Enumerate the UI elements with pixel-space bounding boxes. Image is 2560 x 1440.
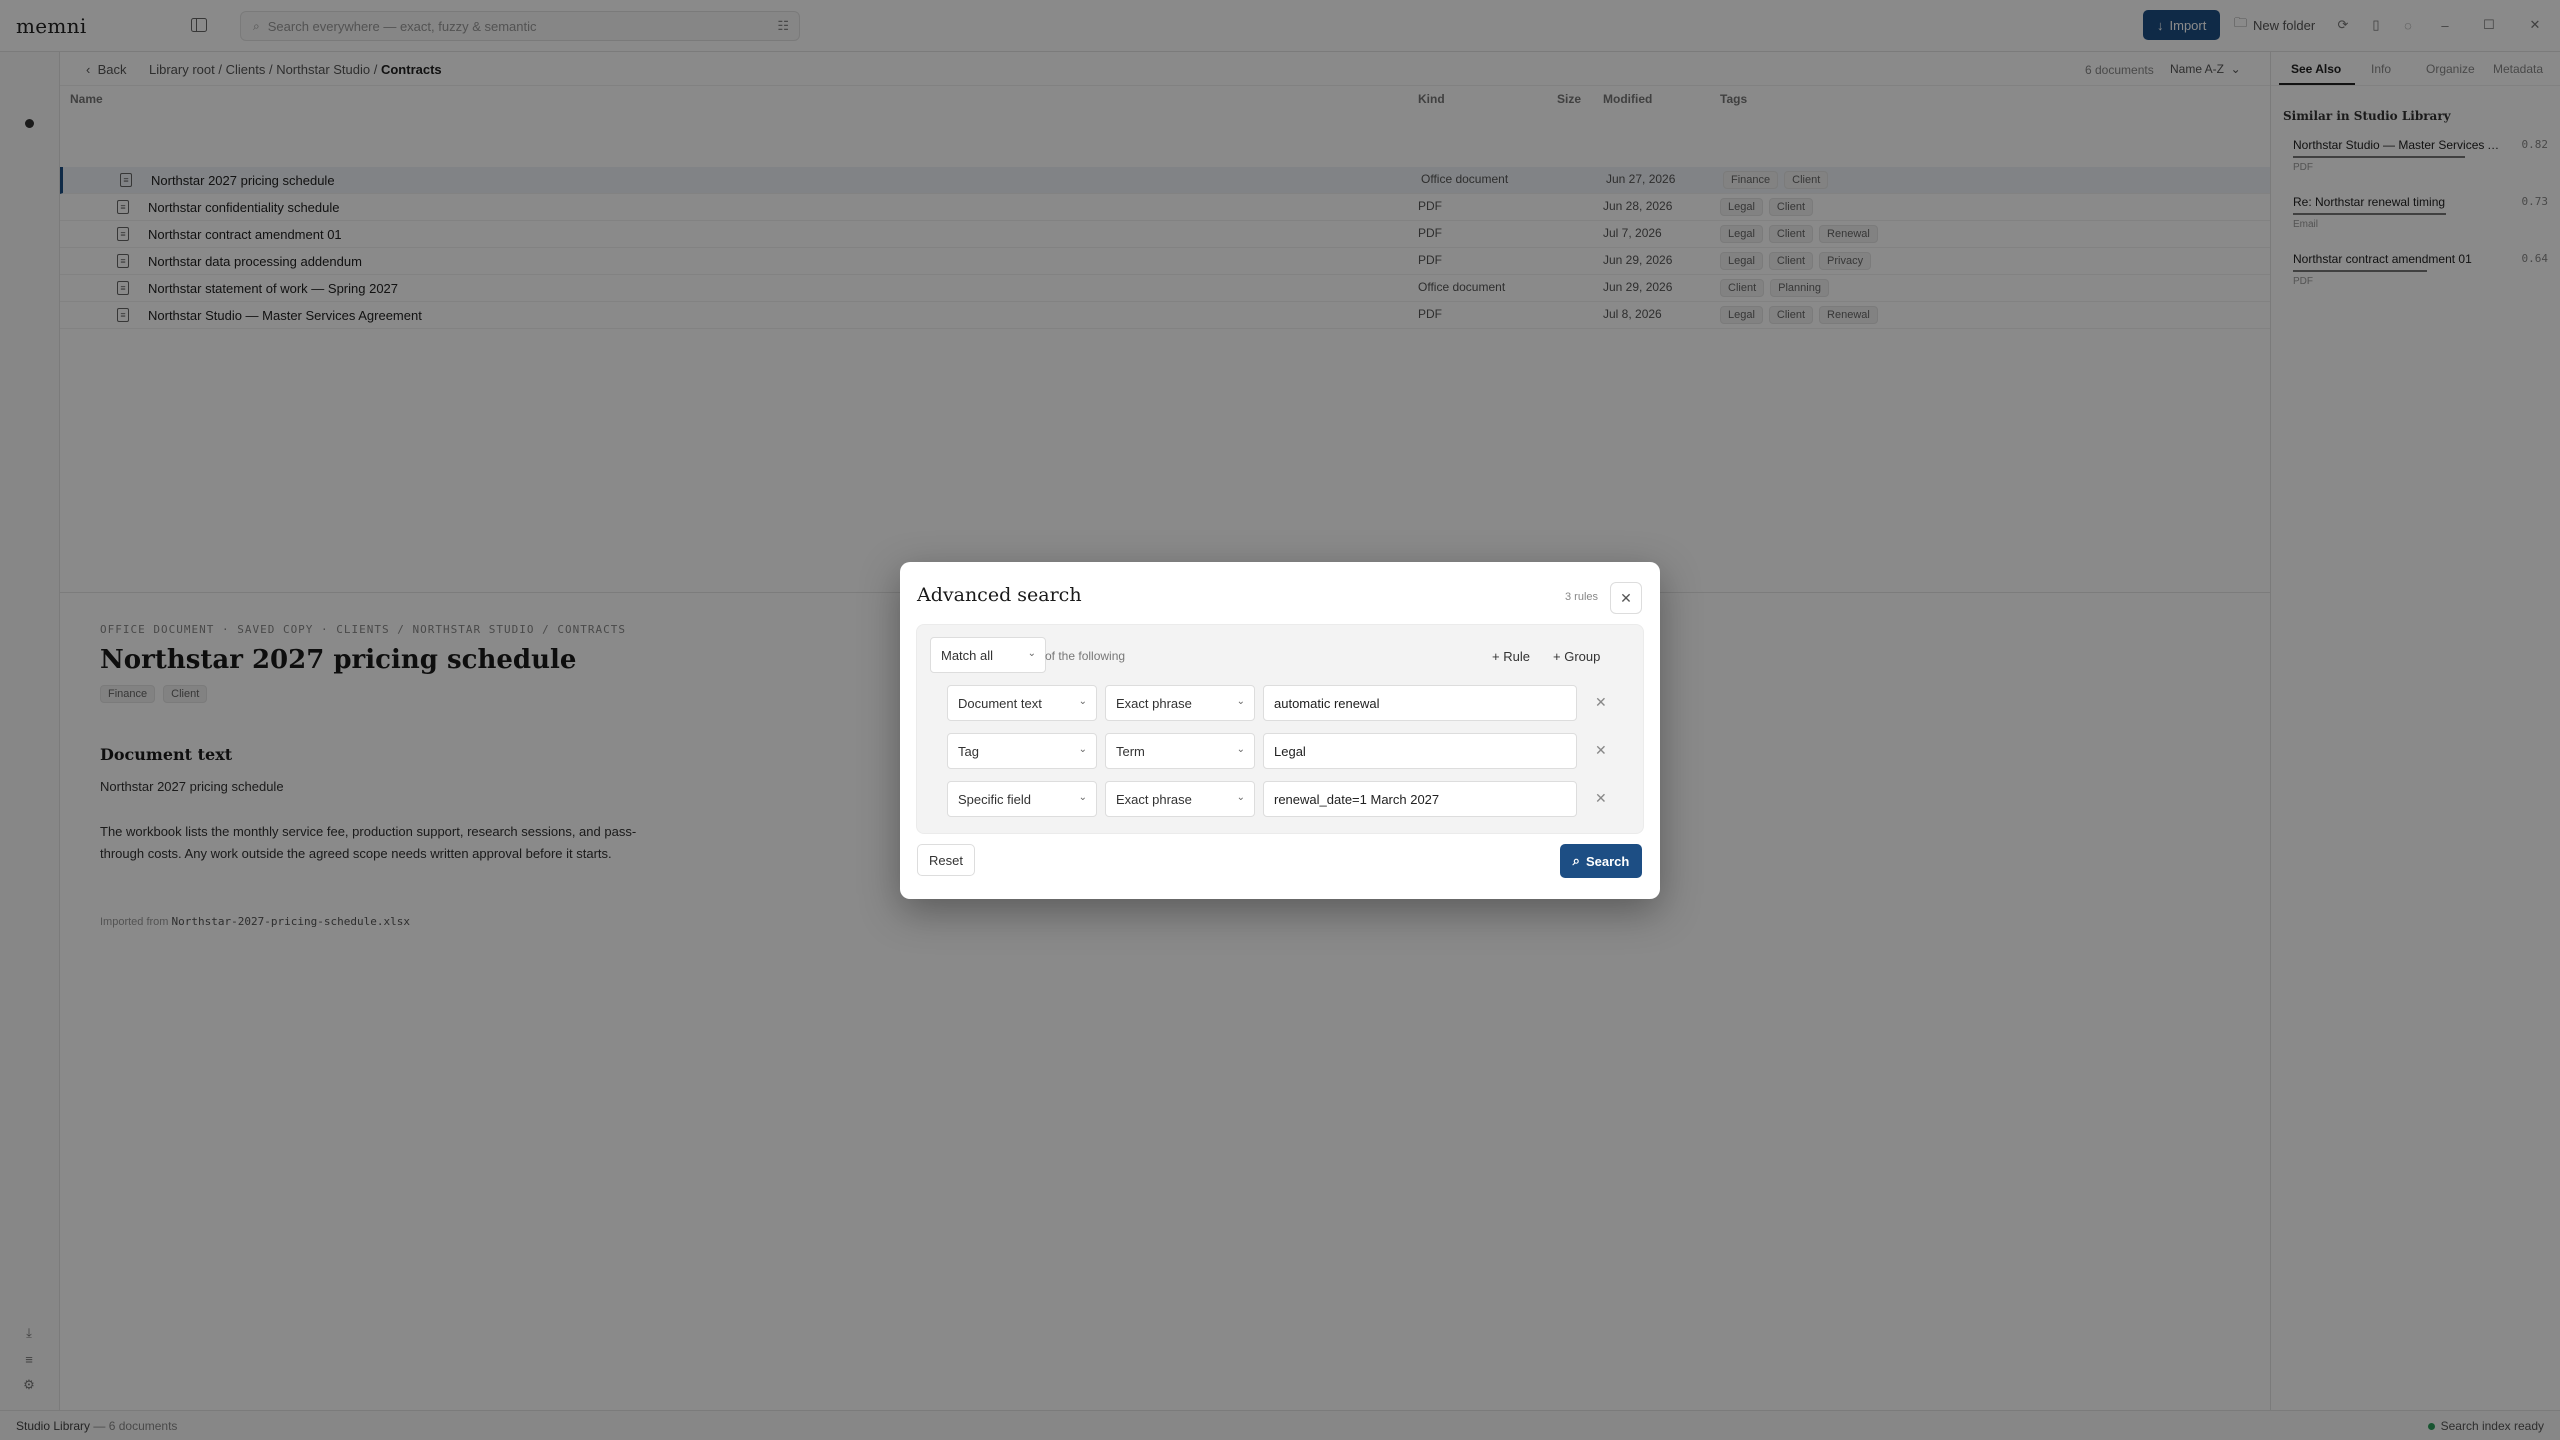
add-group-button[interactable]: + Group xyxy=(1553,649,1600,664)
remove-rule-icon[interactable]: ✕ xyxy=(1595,790,1607,807)
chevron-down-icon: ⌄ xyxy=(1078,744,1087,755)
rule-count: 3 rules xyxy=(1565,591,1599,603)
rule-field-select[interactable]: Document text ⌄ xyxy=(947,685,1097,721)
rule-value-input[interactable]: Legal xyxy=(1263,733,1577,769)
rule-value-input[interactable]: renewal_date=1 March 2027 xyxy=(1263,781,1577,817)
remove-rule-icon[interactable]: ✕ xyxy=(1595,694,1607,711)
match-select[interactable]: Match all ⌄ xyxy=(930,637,1046,673)
dialog-title: Advanced search xyxy=(917,584,1082,606)
chevron-down-icon: ⌄ xyxy=(1078,792,1087,803)
rule-operator-select[interactable]: Exact phrase ⌄ xyxy=(1105,685,1255,721)
remove-rule-icon[interactable]: ✕ xyxy=(1595,742,1607,759)
match-suffix: of the following xyxy=(1045,649,1126,663)
chevron-down-icon: ⌄ xyxy=(1236,792,1245,803)
chevron-down-icon: ⌄ xyxy=(1078,696,1087,707)
rule-value-input[interactable]: automatic renewal xyxy=(1263,685,1577,721)
rule-operator-select[interactable]: Exact phrase ⌄ xyxy=(1105,781,1255,817)
rule-group: Match all ⌄ of the following + Rule + Gro… xyxy=(916,624,1644,834)
chevron-down-icon: ⌄ xyxy=(1236,696,1245,707)
chevron-down-icon: ⌄ xyxy=(1027,648,1036,659)
search-button-label: Search xyxy=(1585,853,1630,869)
reset-button[interactable]: Reset xyxy=(917,844,975,876)
advanced-search-dialog: Advanced search 3 rules ✕ Match all ⌄ of … xyxy=(900,562,1660,899)
chevron-down-icon: ⌄ xyxy=(1236,744,1245,755)
rule-operator-select[interactable]: Term ⌄ xyxy=(1105,733,1255,769)
search-icon: ⌕ xyxy=(1572,853,1580,868)
search-button[interactable]: ⌕ Search xyxy=(1560,844,1642,878)
close-icon[interactable]: ✕ xyxy=(1610,582,1642,614)
rule-field-select[interactable]: Specific field ⌄ xyxy=(947,781,1097,817)
rule-field-select[interactable]: Tag ⌄ xyxy=(947,733,1097,769)
add-rule-button[interactable]: + Rule xyxy=(1492,649,1530,664)
